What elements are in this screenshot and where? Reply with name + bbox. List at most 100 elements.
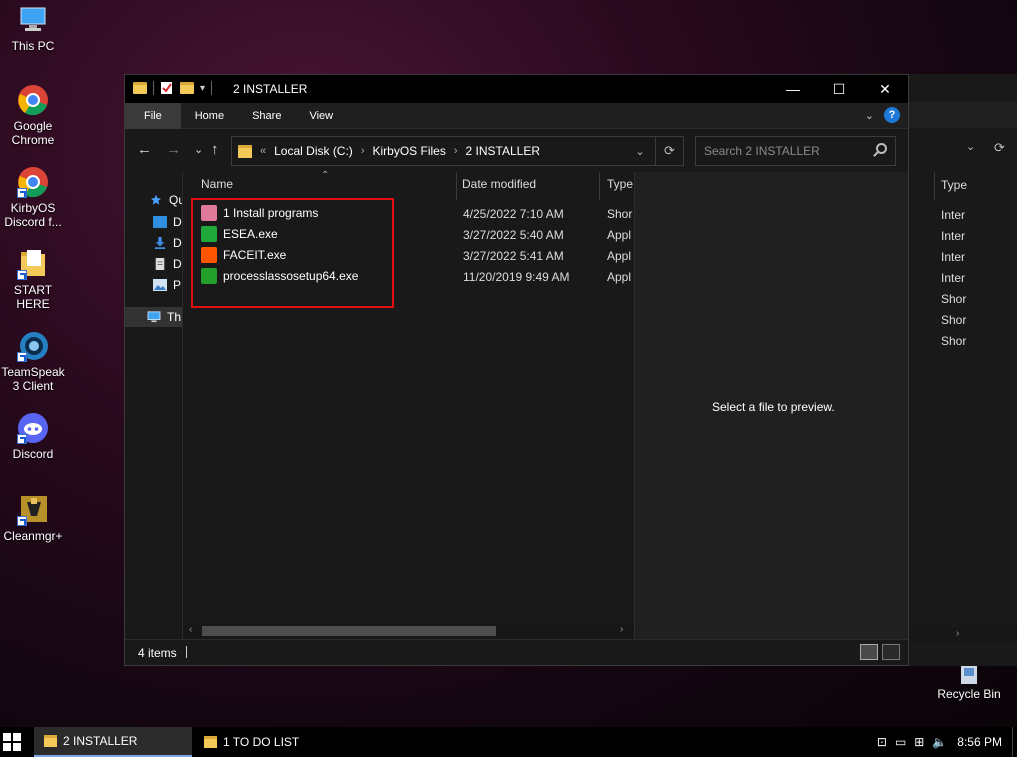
refresh-icon[interactable]: ⟳ xyxy=(994,140,1005,156)
search-input[interactable]: Search 2 INSTALLER xyxy=(695,136,896,166)
windows-logo-icon xyxy=(3,733,11,741)
clock[interactable]: 8:56 PM xyxy=(957,735,1002,749)
properties-icon[interactable] xyxy=(160,81,174,95)
title-bar[interactable]: ▾ 2 INSTALLER — ☐ ✕ xyxy=(125,75,908,103)
desktop-icon-google-chrome[interactable]: Google Chrome xyxy=(0,84,66,147)
bg-file-type: Shor xyxy=(941,292,967,306)
window-controls: — ☐ ✕ xyxy=(770,75,908,103)
window-title: 2 INSTALLER xyxy=(233,82,308,96)
shortcut-arrow-icon xyxy=(17,352,27,362)
desktop-icon-label: Cleanmgr+ xyxy=(3,529,63,543)
tab-file[interactable]: File xyxy=(125,102,181,129)
nav-item-documents[interactable]: D xyxy=(153,254,182,274)
shortcut-arrow-icon xyxy=(17,516,27,526)
breadcrumb-local-disk[interactable]: Local Disk (C:) xyxy=(274,144,353,158)
breadcrumb-kirbyos-files[interactable]: KirbyOS Files xyxy=(372,144,445,158)
column-headers: ⌃ Name Date modified Type xyxy=(183,170,634,200)
customize-dropdown-icon[interactable]: ▾ xyxy=(200,83,205,94)
desktop-icon-label: START HERE xyxy=(13,283,53,311)
column-header-type[interactable]: Type xyxy=(941,178,967,192)
breadcrumb-separator[interactable]: › xyxy=(361,145,365,157)
file-type: Appl xyxy=(607,270,632,284)
tab-home[interactable]: Home xyxy=(181,103,238,129)
picture-icon xyxy=(153,279,167,291)
new-folder-icon[interactable] xyxy=(180,82,194,94)
desktop-icon-label: Discord xyxy=(12,447,54,461)
preview-pane: Select a file to preview. xyxy=(634,172,908,639)
recent-locations-button[interactable]: ⌄ xyxy=(194,143,203,156)
bg-file-type: Shor xyxy=(941,334,967,348)
expand-ribbon-icon[interactable]: ⌄ xyxy=(865,109,874,122)
desktop-icon-this-pc[interactable]: This PC xyxy=(0,4,66,53)
maximize-button[interactable]: ☐ xyxy=(816,75,862,103)
close-button[interactable]: ✕ xyxy=(862,75,908,103)
item-count: 4 items xyxy=(138,646,177,660)
horizontal-scrollbar[interactable]: ‹ › xyxy=(183,622,634,639)
nav-item-quick-access[interactable]: Qu xyxy=(149,190,182,210)
file-date-modified: 4/25/2022 7:10 AM xyxy=(463,207,564,221)
taskbar-item-1-to-do-list[interactable]: 1 TO DO LIST xyxy=(194,727,354,757)
show-desktop-button[interactable] xyxy=(1012,727,1017,757)
large-icons-view-button[interactable] xyxy=(882,644,900,660)
taskbar-item-2-installer[interactable]: 2 INSTALLER xyxy=(34,727,192,757)
battery-icon[interactable]: ▭ xyxy=(895,735,906,749)
forward-button[interactable]: → xyxy=(166,141,181,158)
volume-icon[interactable]: 🔈 xyxy=(932,735,947,749)
desktop-icon-kirbyos-discord[interactable]: KirbyOS Discord f... xyxy=(0,166,66,229)
help-icon[interactable]: ? xyxy=(884,107,900,123)
address-dropdown-icon[interactable]: ⌄ xyxy=(625,145,655,158)
refresh-icon[interactable]: ⟳ xyxy=(655,137,683,165)
desktop-icon-recycle-bin[interactable]: Recycle Bin xyxy=(936,664,1002,701)
content-area: Qu D D D P Th xyxy=(125,170,908,639)
desktop-icon-discord[interactable]: Discord xyxy=(0,412,66,461)
bg-file-type: Inter xyxy=(941,208,966,222)
tab-view[interactable]: View xyxy=(295,103,347,129)
column-header-name[interactable]: ⌃ Name xyxy=(183,170,457,200)
navigation-pane[interactable]: Qu D D D P Th xyxy=(125,172,183,639)
file-list-pane[interactable]: ⌃ Name Date modified Type 1 Install prog… xyxy=(183,170,634,639)
column-header-type[interactable]: Type xyxy=(600,172,634,200)
desktop-icon-label: TeamSpeak 3 Client xyxy=(1,365,65,393)
chevron-down-icon[interactable]: ⌄ xyxy=(966,140,975,153)
breadcrumb-overflow[interactable]: « xyxy=(260,145,266,157)
nav-item-desktop[interactable]: D xyxy=(153,212,182,232)
computer-icon xyxy=(17,4,49,36)
scroll-right-icon[interactable]: › xyxy=(620,624,623,635)
breadcrumb-separator[interactable]: › xyxy=(454,145,458,157)
nav-item-downloads[interactable]: D xyxy=(153,233,182,253)
scroll-right-icon[interactable]: › xyxy=(956,628,959,639)
desktop-icon-cleanmgr[interactable]: Cleanmgr+ xyxy=(0,494,66,543)
explorer-window[interactable]: ▾ 2 INSTALLER — ☐ ✕ File Home Share View… xyxy=(124,74,909,666)
scroll-left-icon[interactable]: ‹ xyxy=(189,624,192,635)
shortcut-arrow-icon xyxy=(17,188,27,198)
scrollbar-thumb[interactable] xyxy=(202,626,496,636)
bg-hscroll[interactable]: › xyxy=(906,626,1017,643)
teamspeak-icon xyxy=(17,330,49,362)
bg-file-type: Inter xyxy=(941,229,966,243)
desktop-icon-teamspeak[interactable]: TeamSpeak 3 Client xyxy=(0,330,66,393)
back-button[interactable]: ← xyxy=(137,141,152,158)
search-icon[interactable] xyxy=(876,143,887,154)
network-icon[interactable]: ⊞ xyxy=(914,735,924,749)
search-placeholder: Search 2 INSTALLER xyxy=(704,144,820,158)
sort-ascending-icon: ⌃ xyxy=(321,170,330,181)
tab-share[interactable]: Share xyxy=(238,103,295,129)
bg-file-type: Inter xyxy=(941,271,966,285)
desktop-icon-label: Google Chrome xyxy=(11,119,55,147)
star-icon xyxy=(150,194,162,205)
column-header-date-modified[interactable]: Date modified xyxy=(457,172,600,200)
up-button[interactable]: ↑ xyxy=(211,141,219,158)
background-explorer-window[interactable]: ⌄ ⟳ Type Inter Inter Inter Inter Shor Shor Sho… xyxy=(905,74,1017,666)
details-view-button[interactable] xyxy=(860,644,878,660)
nav-item-this-pc[interactable]: Th xyxy=(125,307,182,327)
discord-icon xyxy=(17,412,49,444)
address-bar[interactable]: « Local Disk (C:) › KirbyOS Files › 2 IN… xyxy=(231,136,684,166)
desktop-icon-start-here[interactable]: START HERE xyxy=(0,248,66,311)
gamepad-icon[interactable]: ⊡ xyxy=(877,735,887,749)
start-button[interactable] xyxy=(3,733,21,751)
nav-item-pictures[interactable]: P xyxy=(153,275,181,295)
cleanmgr-icon xyxy=(17,494,49,526)
chrome-icon xyxy=(17,84,49,116)
breadcrumb-2-installer[interactable]: 2 INSTALLER xyxy=(466,144,540,158)
minimize-button[interactable]: — xyxy=(770,75,816,103)
